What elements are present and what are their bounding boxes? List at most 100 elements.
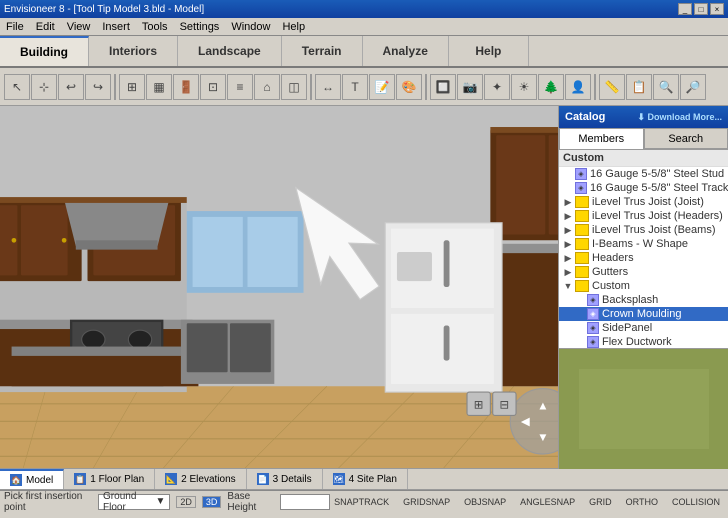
toolbar-undo[interactable]: ↩ — [58, 74, 84, 100]
floor-dropdown[interactable]: Ground Floor ▼ — [98, 494, 170, 510]
tree-item-headers[interactable]: ▶ Headers — [559, 251, 728, 265]
tab-details[interactable]: 📄 3 Details — [247, 469, 323, 489]
toolbar-zoom-in[interactable]: 🔍 — [653, 74, 679, 100]
toolbar-room[interactable]: ◫ — [281, 74, 307, 100]
status-snaptrack[interactable]: SNAPTRACK — [330, 496, 393, 508]
menu-tools[interactable]: Tools — [136, 20, 174, 34]
toolbar-camera[interactable]: 📷 — [457, 74, 483, 100]
tab-model-label: Model — [26, 475, 53, 486]
toolbar-render[interactable]: ✦ — [484, 74, 510, 100]
catalog-panel: Catalog ⬇ Download More... Members Searc… — [558, 106, 728, 468]
tab-analyze[interactable]: Analyze — [363, 36, 449, 66]
tab-help[interactable]: Help — [449, 36, 529, 66]
toolbar-measure[interactable]: 📏 — [599, 74, 625, 100]
catalog-header: Catalog ⬇ Download More... — [559, 106, 728, 128]
toolbar-door[interactable]: 🚪 — [173, 74, 199, 100]
menu-insert[interactable]: Insert — [96, 20, 136, 34]
toolbar-walls[interactable]: ▦ — [146, 74, 172, 100]
file-icon: ◈ — [587, 322, 599, 334]
minimize-button[interactable]: _ — [678, 3, 692, 15]
tree-item-gutters[interactable]: ▶ Gutters — [559, 265, 728, 279]
tab-floor-plan[interactable]: 📋 1 Floor Plan — [64, 469, 155, 489]
svg-text:▲: ▲ — [537, 400, 549, 413]
status-collision[interactable]: COLLISION — [668, 496, 724, 508]
maximize-button[interactable]: □ — [694, 3, 708, 15]
tree-item-trus-joist[interactable]: ▶ iLevel Trus Joist (Joist) — [559, 195, 728, 209]
toolbar-roof[interactable]: ⌂ — [254, 74, 280, 100]
main-area: ▲ ▼ ◀ ▶ ⊞ ⊟ Catalog ⬇ Download More... M… — [0, 106, 728, 468]
title-bar: Envisioneer 8 - [Tool Tip Model 3.bld - … — [0, 0, 728, 18]
toolbar-pointer[interactable]: ↖ — [4, 74, 30, 100]
tree-label: Custom — [592, 280, 630, 292]
toolbar-window[interactable]: ⊡ — [200, 74, 226, 100]
toolbar-tree[interactable]: 🌲 — [538, 74, 564, 100]
tree-item-custom-folder[interactable]: ▼ Custom — [559, 279, 728, 293]
base-height-input[interactable] — [280, 494, 330, 510]
status-ortho[interactable]: ORTHO — [622, 496, 662, 508]
toolbar-material[interactable]: 🎨 — [396, 74, 422, 100]
menu-window[interactable]: Window — [225, 20, 276, 34]
expander-icon: ▶ — [563, 211, 573, 222]
catalog-title: Catalog — [565, 111, 605, 123]
catalog-download-link[interactable]: ⬇ Download More... — [637, 112, 722, 123]
tab-interiors[interactable]: Interiors — [89, 36, 178, 66]
tree-item-sidepanel[interactable]: ◈ SidePanel — [559, 321, 728, 335]
tree-label: iLevel Trus Joist (Headers) — [592, 210, 723, 222]
toolbar-plan[interactable]: 📋 — [626, 74, 652, 100]
toolbar-zoom-out[interactable]: 🔎 — [680, 74, 706, 100]
floor-dropdown-label: Ground Floor — [103, 491, 151, 513]
tab-model[interactable]: 🏠 Model — [0, 469, 64, 489]
toolbar-dim[interactable]: ↔ — [315, 74, 341, 100]
tree-item-ibeams[interactable]: ▶ I-Beams - W Shape — [559, 237, 728, 251]
expander-icon: ▼ — [563, 281, 573, 291]
toolbar-select[interactable]: ⊹ — [31, 74, 57, 100]
expander-icon: ▶ — [563, 267, 573, 278]
toolbar-grid[interactable]: ⊞ — [119, 74, 145, 100]
tab-building[interactable]: Building — [0, 36, 89, 66]
tab-elevations-label: 2 Elevations — [181, 474, 235, 485]
toolbar-text[interactable]: T — [342, 74, 368, 100]
menu-edit[interactable]: Edit — [30, 20, 61, 34]
status-gridsnap[interactable]: GRIDSNAP — [399, 496, 454, 508]
window-controls[interactable]: _ □ × — [678, 3, 724, 15]
menu-view[interactable]: View — [61, 20, 97, 34]
tree-section-custom: Custom — [559, 150, 728, 167]
catalog-preview — [559, 348, 728, 468]
tree-label: I-Beams - W Shape — [592, 238, 688, 250]
nav-tabs: Building Interiors Landscape Terrain Ana… — [0, 36, 728, 68]
menu-settings[interactable]: Settings — [174, 20, 226, 34]
toolbar-person[interactable]: 👤 — [565, 74, 591, 100]
tree-item-flex-ductwork[interactable]: ◈ Flex Ductwork — [559, 335, 728, 348]
status-objsnap[interactable]: OBJSNAP — [460, 496, 510, 508]
tab-elevations[interactable]: 📐 2 Elevations — [155, 469, 246, 489]
tree-item-trus-headers[interactable]: ▶ iLevel Trus Joist (Headers) — [559, 209, 728, 223]
folder-icon — [575, 266, 589, 278]
menu-help[interactable]: Help — [276, 20, 311, 34]
catalog-tab-members[interactable]: Members — [559, 128, 644, 149]
toolbar-sun[interactable]: ☀ — [511, 74, 537, 100]
tree-item-crown-moulding[interactable]: ◈ Crown Moulding — [559, 307, 728, 321]
toolbar-redo[interactable]: ↪ — [85, 74, 111, 100]
folder-icon — [575, 210, 589, 222]
tab-landscape[interactable]: Landscape — [178, 36, 282, 66]
toolbar-stair[interactable]: ≡ — [227, 74, 253, 100]
tab-terrain[interactable]: Terrain — [282, 36, 363, 66]
tree-item-steel-stud[interactable]: ◈ 16 Gauge 5-5/8" Steel Stud — [559, 167, 728, 181]
toolbar-note[interactable]: 📝 — [369, 74, 395, 100]
view-2d-icon[interactable]: 2D — [176, 496, 196, 508]
tab-site-plan[interactable]: 🗺 4 Site Plan — [323, 469, 408, 489]
toolbar-3d[interactable]: 🔲 — [430, 74, 456, 100]
menu-file[interactable]: File — [0, 20, 30, 34]
close-button[interactable]: × — [710, 3, 724, 15]
tree-label: Backsplash — [602, 294, 658, 306]
catalog-tab-search[interactable]: Search — [644, 128, 728, 149]
status-grid[interactable]: GRID — [585, 496, 616, 508]
tree-item-steel-track[interactable]: ◈ 16 Gauge 5-5/8" Steel Track — [559, 181, 728, 195]
tree-item-trus-beams[interactable]: ▶ iLevel Trus Joist (Beams) — [559, 223, 728, 237]
status-anglesnap[interactable]: ANGLESNAP — [516, 496, 579, 508]
3d-viewport[interactable]: ▲ ▼ ◀ ▶ ⊞ ⊟ — [0, 106, 558, 468]
view-3d-icon[interactable]: 3D — [202, 496, 222, 508]
expander-icon: ▶ — [563, 253, 573, 264]
status-message: Pick first insertion point — [4, 491, 92, 513]
tree-item-backsplash[interactable]: ◈ Backsplash — [559, 293, 728, 307]
